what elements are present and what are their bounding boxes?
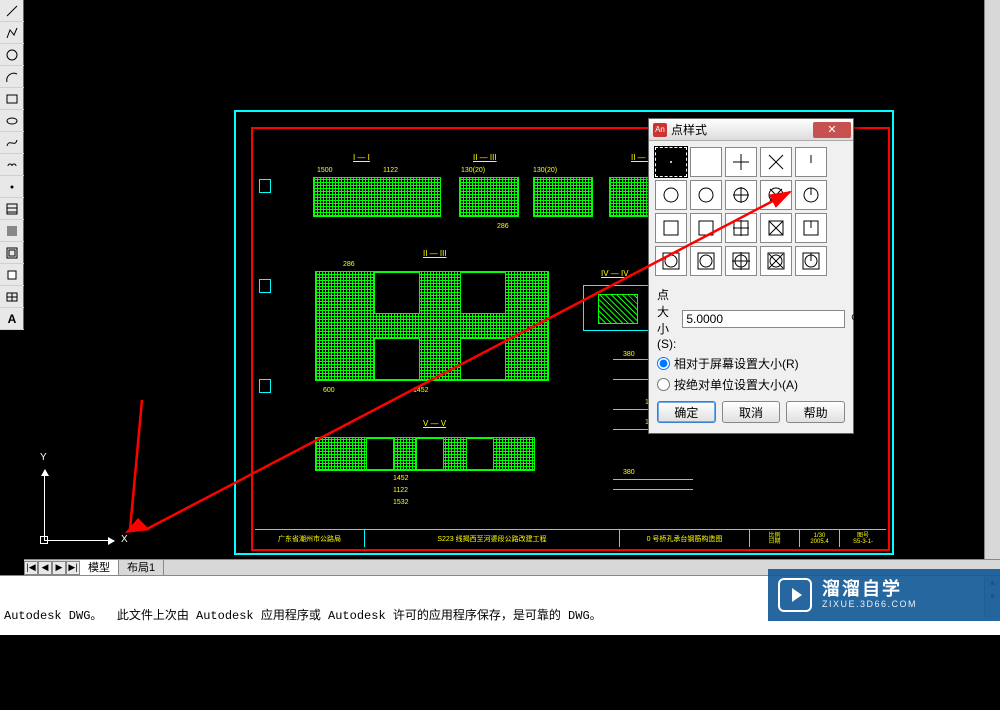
help-button[interactable]: 帮助 bbox=[786, 401, 845, 423]
section-label-V: V — V bbox=[423, 419, 446, 428]
watermark: 溜溜自学 ZIXUE.3D66.COM bbox=[768, 569, 1000, 621]
section-block-2 bbox=[459, 177, 519, 217]
point-style-plus[interactable] bbox=[725, 147, 757, 177]
titleblock-proj: S223 线揭西至河婆段公路改建工程 bbox=[365, 530, 620, 547]
gradient-tool[interactable] bbox=[0, 220, 24, 242]
wipeout-tool[interactable] bbox=[0, 264, 24, 286]
vertical-scrollbar[interactable] bbox=[984, 0, 1000, 559]
point-style-circle-empty[interactable] bbox=[690, 180, 722, 210]
hatch-tool[interactable] bbox=[0, 198, 24, 220]
point-tool[interactable] bbox=[0, 176, 24, 198]
section-block-H bbox=[315, 271, 549, 381]
mtext-tool[interactable]: A bbox=[0, 308, 24, 330]
point-size-unit: % bbox=[851, 312, 862, 326]
revcloud-tool[interactable] bbox=[0, 154, 24, 176]
dim: 600 bbox=[323, 387, 335, 394]
rectangle-tool[interactable] bbox=[0, 88, 24, 110]
tab-nav-prev[interactable]: ◀ bbox=[38, 561, 52, 575]
dim: 1500 bbox=[317, 167, 333, 174]
point-style-both[interactable] bbox=[655, 246, 687, 276]
section-label-II: II — III bbox=[473, 153, 497, 162]
point-size-label: 点大小(S): bbox=[657, 286, 676, 351]
section-label-I: I — I bbox=[353, 153, 370, 162]
watermark-logo-icon bbox=[778, 578, 812, 612]
point-style-square-x[interactable] bbox=[760, 213, 792, 243]
dialog-titlebar[interactable]: An 点样式 ✕ bbox=[649, 119, 853, 141]
section-block-IV bbox=[583, 285, 653, 331]
section-block-1 bbox=[313, 177, 441, 217]
point-style-circle-plus[interactable] bbox=[725, 180, 757, 210]
radio-absolute[interactable] bbox=[657, 378, 670, 391]
line-tool[interactable] bbox=[0, 0, 24, 22]
polyline-tool[interactable] bbox=[0, 22, 24, 44]
circle-tool[interactable] bbox=[0, 44, 24, 66]
titleblock-org: 广东省潮州市公路局 bbox=[255, 530, 365, 547]
point-style-circle-x[interactable] bbox=[760, 180, 792, 210]
dim: 286 bbox=[343, 261, 355, 268]
watermark-text-en: ZIXUE.3D66.COM bbox=[822, 600, 917, 610]
point-style-both-empty[interactable] bbox=[690, 246, 722, 276]
point-style-circle[interactable] bbox=[655, 180, 687, 210]
dim: 1122 bbox=[383, 167, 398, 174]
dialog-title: 点样式 bbox=[671, 121, 707, 138]
arc-tool[interactable] bbox=[0, 66, 24, 88]
point-style-square[interactable] bbox=[655, 213, 687, 243]
point-style-x[interactable] bbox=[760, 147, 792, 177]
point-size-input[interactable] bbox=[682, 310, 845, 328]
dim: 130(20) bbox=[461, 167, 485, 174]
point-style-both-tick[interactable] bbox=[795, 246, 827, 276]
tab-nav-first[interactable]: |◀ bbox=[24, 561, 38, 575]
dim: 1452 bbox=[413, 387, 429, 394]
tab-model[interactable]: 模型 bbox=[80, 560, 119, 576]
section-block-3 bbox=[533, 177, 593, 217]
radio-relative-label: 相对于屏幕设置大小(R) bbox=[674, 355, 799, 372]
watermark-text-cn: 溜溜自学 bbox=[822, 580, 917, 600]
cmd-prompt-line: 命令: ddptype bbox=[4, 651, 996, 668]
cancel-button[interactable]: 取消 bbox=[722, 401, 781, 423]
section-label-IV: IV — IV bbox=[601, 269, 629, 278]
tab-nav-last[interactable]: ▶| bbox=[66, 561, 80, 575]
ellipse-tool[interactable] bbox=[0, 110, 24, 132]
point-style-circle-tick[interactable] bbox=[795, 180, 827, 210]
draw-toolbar: A bbox=[0, 0, 24, 330]
point-style-dialog: An 点样式 ✕ bbox=[648, 118, 854, 434]
point-style-both-x[interactable] bbox=[760, 246, 792, 276]
region-tool[interactable] bbox=[0, 242, 24, 264]
section-label-IIIb: II — III bbox=[423, 249, 447, 258]
ucs-x-label: X bbox=[121, 534, 128, 545]
ucs-y-label: Y bbox=[40, 452, 47, 463]
titleblock-sheet: 0 号桥孔承台钢筋构造图 bbox=[620, 530, 750, 547]
point-style-grid bbox=[649, 141, 853, 282]
table-tool[interactable] bbox=[0, 286, 24, 308]
left-revision-strip bbox=[253, 149, 303, 514]
point-style-none[interactable] bbox=[690, 147, 722, 177]
dim: 130(20) bbox=[533, 167, 557, 174]
close-icon[interactable]: ✕ bbox=[813, 122, 851, 138]
title-block: 广东省潮州市公路局 S223 线揭西至河婆段公路改建工程 0 号桥孔承台钢筋构造… bbox=[255, 529, 886, 547]
spline-tool[interactable] bbox=[0, 132, 24, 154]
dim: 286 bbox=[497, 223, 509, 230]
point-style-tick[interactable] bbox=[795, 147, 827, 177]
point-style-square-empty[interactable] bbox=[690, 213, 722, 243]
point-style-square-tick[interactable] bbox=[795, 213, 827, 243]
point-style-both-plus[interactable] bbox=[725, 246, 757, 276]
app-icon: An bbox=[653, 123, 667, 137]
radio-relative[interactable] bbox=[657, 357, 670, 370]
point-style-square-plus[interactable] bbox=[725, 213, 757, 243]
radio-absolute-label: 按绝对单位设置大小(A) bbox=[674, 376, 798, 393]
tab-layout1[interactable]: 布局1 bbox=[119, 560, 164, 576]
tab-nav-next[interactable]: ▶ bbox=[52, 561, 66, 575]
ok-button[interactable]: 确定 bbox=[657, 401, 716, 423]
section-block-V bbox=[315, 437, 535, 471]
point-style-dot[interactable] bbox=[655, 147, 687, 177]
